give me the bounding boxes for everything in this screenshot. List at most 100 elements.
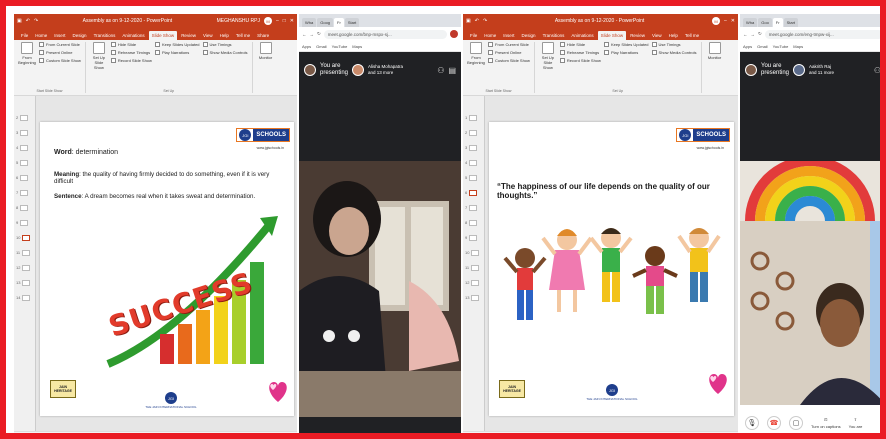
slide-thumbnail[interactable]: 7 [463,200,484,215]
tab-animations[interactable]: Animations [119,31,147,40]
people-icon[interactable]: ⚇ [437,66,444,75]
browser-tab-active[interactable]: Fr [334,18,344,27]
camera-icon[interactable]: ▢ [789,416,803,430]
bookmark-maps[interactable]: Maps [352,44,362,49]
close-icon[interactable]: ✕ [290,18,294,24]
slide-thumbnail[interactable]: 12 [463,275,484,290]
tab-view[interactable]: View [200,31,216,40]
browser-tab[interactable]: Wha [302,18,317,27]
from-current-slide-button[interactable]: From Current Slide [39,42,81,47]
slide-thumbnail[interactable]: 1 [463,110,484,125]
slide-thumbnail[interactable]: 2 [463,125,484,140]
present-online-button[interactable]: Present Online [39,50,81,55]
use-timings-checkbox[interactable]: Use Timings [651,42,697,47]
profile-icon[interactable] [450,30,458,38]
slide-thumbnail[interactable]: 4 [463,155,484,170]
tab-home[interactable]: Home [481,31,499,40]
slide-word-of-the-day[interactable]: JGI SCHOOLS www.jgischools.in Word: dete… [40,122,294,416]
slide-thumbnail[interactable]: 3 [463,140,484,155]
browser-tab[interactable]: Wha [743,18,758,27]
slide-thumbnails[interactable]: 2 3 4 5 6 7 8 9 10 11 12 13 14 [14,96,36,431]
tab-help[interactable]: Help [666,31,681,40]
slide-thumbnail[interactable]: 8 [463,215,484,230]
set-up-slide-show-button[interactable]: Set Up Slide Show [539,42,557,70]
rehearse-timings-button[interactable]: Rehearse Timings [110,50,152,55]
browser-tab-active[interactable]: Fr [772,18,783,27]
play-narrations-checkbox[interactable]: Play Narrations [603,50,649,55]
tab-transitions[interactable]: Transitions [540,31,568,40]
tab-slide-show[interactable]: Slide Show [597,31,627,40]
slide-thumbnail[interactable]: 12 [14,260,35,275]
rehearse-timings-button[interactable]: Rehearse Timings [559,50,601,55]
tab-insert[interactable]: Insert [500,31,517,40]
record-slide-show-button[interactable]: Record Slide Show [110,58,152,63]
close-icon[interactable]: ✕ [731,18,735,24]
use-timings-checkbox[interactable]: Use Timings [202,42,248,47]
undo-icon[interactable]: ↶ [26,18,30,24]
keep-slides-updated-checkbox[interactable]: Keep Slides Updated [603,42,649,47]
tab-design[interactable]: Design [519,31,539,40]
minimize-icon[interactable]: – [276,18,279,24]
from-beginning-button[interactable]: From Beginning [467,42,485,65]
back-icon[interactable]: ← [302,32,307,37]
browser-tab[interactable]: Start [344,18,360,27]
tell-me-search[interactable]: Tell me [682,31,702,40]
redo-icon[interactable]: ↷ [34,18,38,24]
forward-icon[interactable]: → [310,32,315,37]
microphone-icon[interactable]: 🎙 [745,416,759,430]
monitor-button[interactable]: Monitor [706,42,724,60]
share-button[interactable]: Share [254,31,272,40]
chat-icon[interactable]: ▤ [448,66,456,75]
participants-summary[interactable]: Aakrith Raj and 11 more [809,64,834,76]
slide-thumbnail[interactable]: 6 [14,170,35,185]
hide-slide-button[interactable]: Hide Slide [110,42,152,47]
tab-review[interactable]: Review [178,31,199,40]
tab-help[interactable]: Help [217,31,232,40]
bookmark-apps[interactable]: Apps [302,44,311,49]
slide-thumbnail[interactable]: 5 [14,155,35,170]
slide-thumbnail[interactable]: 13 [14,275,35,290]
slide-thumbnail[interactable]: 3 [14,125,35,140]
browser-tab[interactable]: Goog [317,18,334,27]
tab-slide-show[interactable]: Slide Show [148,31,178,40]
slide-thumbnail[interactable]: 4 [14,140,35,155]
hide-slide-button[interactable]: Hide Slide [559,42,601,47]
captions-button[interactable]: ⊡ Turn on captions [811,417,841,429]
url-field[interactable]: meet.google.com/eng-tmpw-xij... [764,29,880,39]
set-up-slide-show-button[interactable]: Set Up Slide Show [90,42,108,70]
maximize-icon[interactable]: □ [283,18,286,24]
slide-thumbnail[interactable]: 14 [14,290,35,305]
user-avatar[interactable]: M [263,17,272,25]
tab-view[interactable]: View [649,31,665,40]
from-beginning-button[interactable]: From Beginning [18,42,36,65]
bookmark-maps[interactable]: Maps [793,44,803,49]
end-call-icon[interactable]: ☎ [767,416,781,430]
show-media-controls-checkbox[interactable]: Show Media Controls [651,50,697,55]
slide-thumbnail-selected[interactable]: 10 [14,230,35,245]
tab-design[interactable]: Design [70,31,90,40]
reload-icon[interactable]: ↻ [758,31,762,37]
tell-me-search[interactable]: Tell me [233,31,253,40]
slide-thumbnails[interactable]: 1 2 3 4 5 6 7 8 9 10 11 12 13 [463,96,485,431]
tab-home[interactable]: Home [32,31,50,40]
undo-icon[interactable]: ↶ [475,18,479,24]
slide-thumbnail[interactable]: 9 [14,215,35,230]
tab-transitions[interactable]: Transitions [91,31,119,40]
slide-thumbnail[interactable]: 9 [463,230,484,245]
user-avatar[interactable]: M [712,17,721,25]
bookmark-apps[interactable]: Apps [743,44,752,49]
slide-thumbnail[interactable]: 7 [14,185,35,200]
back-icon[interactable]: ← [743,32,748,37]
save-icon[interactable]: ▣ [17,18,22,24]
save-icon[interactable]: ▣ [466,18,471,24]
slide-thumbnail[interactable]: 8 [14,200,35,215]
bookmark-gmail[interactable]: Gmail [757,44,767,49]
forward-icon[interactable]: → [751,32,756,37]
participants-summary[interactable]: Alisha Mohapatra and 13 more [368,64,403,76]
record-slide-show-button[interactable]: Record Slide Show [559,58,601,63]
bookmark-youtube[interactable]: YouTube [773,44,789,49]
bookmark-gmail[interactable]: Gmail [316,44,326,49]
bookmark-youtube[interactable]: YouTube [332,44,348,49]
slide-thumbnail[interactable]: 11 [14,245,35,260]
tab-insert[interactable]: Insert [51,31,68,40]
